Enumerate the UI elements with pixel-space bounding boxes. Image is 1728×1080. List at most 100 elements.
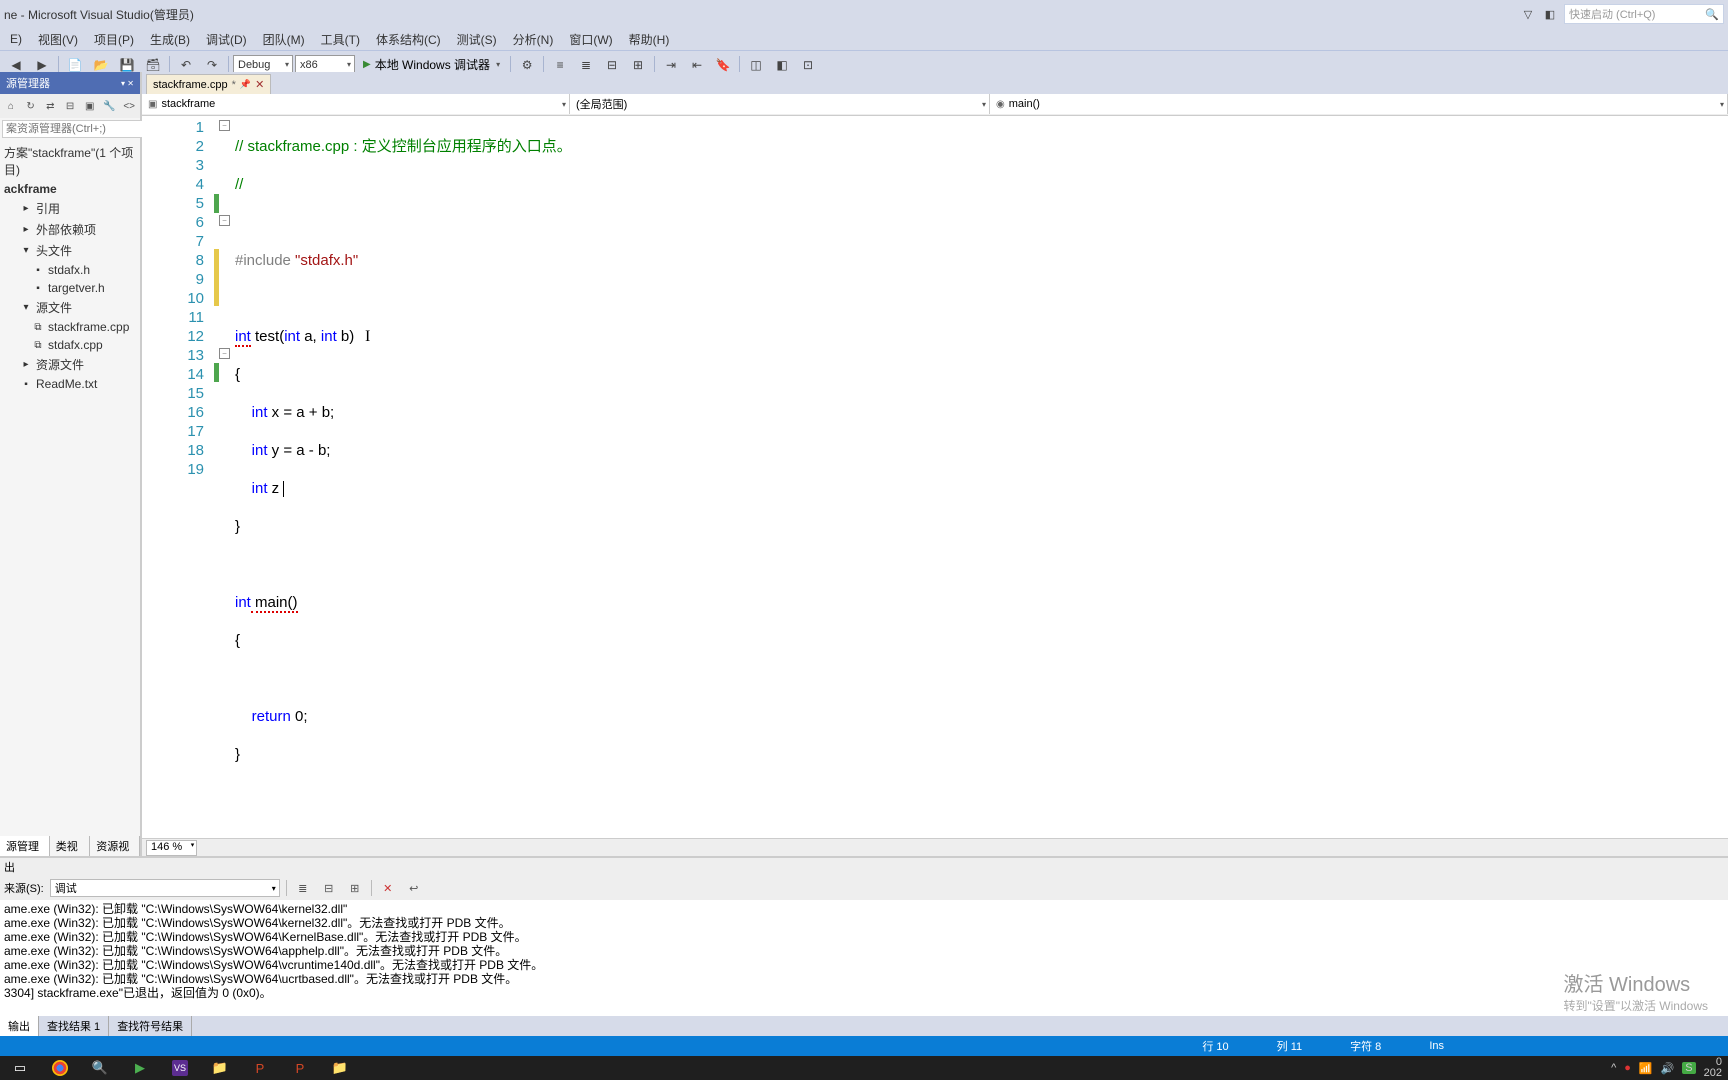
folder-icon[interactable]: 📁	[320, 1056, 360, 1080]
system-tray[interactable]: ^ ● 📶 🔊 S 0202	[1611, 1057, 1728, 1079]
h-file-icon: ▪	[31, 263, 45, 277]
tree-node-references[interactable]: ▸引用	[0, 198, 140, 219]
chevron-down-icon: ▾	[496, 60, 500, 69]
code-area[interactable]: 12345678910111213141516171819 − − − // s…	[142, 116, 1728, 838]
fold-margin: − − −	[219, 116, 235, 838]
output-panel-title[interactable]: 出	[0, 858, 1728, 876]
nav-class-combo[interactable]: ▣stackframe	[142, 94, 570, 114]
menu-item[interactable]: 工具(T)	[313, 29, 368, 50]
refresh-icon[interactable]: ↻	[22, 97, 40, 115]
pin-icon[interactable]: 📌	[240, 79, 251, 90]
output-tool-icon[interactable]: ⊟	[319, 879, 339, 897]
tree-node-external[interactable]: ▸外部依赖项	[0, 219, 140, 240]
tab-resource-view[interactable]: 资源视图	[90, 836, 140, 856]
output-source-combo[interactable]: 调试	[50, 879, 280, 897]
tree-file[interactable]: ⧉stdafx.cpp	[0, 336, 140, 354]
menu-item[interactable]: 窗口(W)	[561, 29, 620, 50]
search-icon: 🔍	[1705, 8, 1719, 21]
menu-item[interactable]: 项目(P)	[86, 29, 142, 50]
wrap-icon[interactable]: ↩	[404, 879, 424, 897]
chevron-down-icon[interactable]: ▾ ✕	[121, 79, 134, 88]
tree-node-resource[interactable]: ▸资源文件	[0, 354, 140, 375]
code-content[interactable]: // stackframe.cpp : 定义控制台应用程序的入口点。 // #i…	[235, 116, 1728, 838]
output-tool-icon[interactable]: ⊞	[345, 879, 365, 897]
tab-solution-explorer[interactable]: 源管理器	[0, 836, 50, 856]
separator	[654, 56, 655, 74]
fold-toggle-icon[interactable]: −	[219, 120, 230, 131]
debugger-label: 本地 Windows 调试器	[375, 56, 490, 73]
tree-node-source[interactable]: ▾源文件	[0, 297, 140, 318]
powerpoint-icon[interactable]: P	[240, 1056, 280, 1080]
tree-file[interactable]: ▪stdafx.h	[0, 261, 140, 279]
menu-item[interactable]: 体系结构(C)	[368, 29, 449, 50]
func-icon: ◉	[996, 99, 1005, 110]
document-tabs: stackframe.cpp* 📌 ✕	[142, 72, 1728, 94]
code-icon[interactable]: <>	[120, 97, 138, 115]
status-line: 行 10	[1178, 1038, 1252, 1054]
document-tab[interactable]: stackframe.cpp* 📌 ✕	[146, 74, 271, 94]
close-icon[interactable]: ✕	[255, 78, 264, 91]
menu-bar: E) 视图(V) 项目(P) 生成(B) 调试(D) 团队(M) 工具(T) 体…	[0, 28, 1728, 50]
fold-toggle-icon[interactable]: −	[219, 348, 230, 359]
solution-node[interactable]: 方案"stackframe"(1 个项目)	[0, 142, 140, 180]
folder-icon: ▸	[19, 358, 33, 372]
output-body[interactable]: ame.exe (Win32): 已卸载 "C:\Windows\SysWOW6…	[0, 900, 1728, 1016]
media-icon[interactable]: ▶	[120, 1056, 160, 1080]
line-number-gutter: 12345678910111213141516171819	[142, 116, 214, 838]
props-icon[interactable]: 🔧	[101, 97, 119, 115]
tab-filename: stackframe.cpp	[153, 79, 228, 91]
tree-file[interactable]: ▪targetver.h	[0, 279, 140, 297]
clear-icon[interactable]: ✕	[378, 879, 398, 897]
menu-item[interactable]: 生成(B)	[142, 29, 198, 50]
menu-item[interactable]: 团队(M)	[255, 29, 313, 50]
notif-icon[interactable]: ▽	[1520, 6, 1536, 22]
nav-func-combo[interactable]: ◉main()	[990, 94, 1728, 114]
windows-taskbar: ▭ 🔍 ▶ VS 📁 P P 📁 ^ ● 📶 🔊 S 0202	[0, 1056, 1728, 1080]
show-icon[interactable]: ▣	[81, 97, 99, 115]
solution-search-input[interactable]	[2, 120, 152, 138]
cpp-file-icon: ⧉	[31, 338, 45, 352]
powerpoint-icon[interactable]: P	[280, 1056, 320, 1080]
menu-item[interactable]: 调试(D)	[198, 29, 255, 50]
panel-title-bar[interactable]: 源管理器 ▾ ✕	[0, 72, 140, 94]
menu-item[interactable]: 测试(S)	[449, 29, 505, 50]
task-view-icon[interactable]: ▭	[0, 1056, 40, 1080]
nav-scope-combo[interactable]: (全局范围)	[570, 94, 990, 114]
project-node[interactable]: ackframe	[0, 180, 140, 198]
tree-file[interactable]: ⧉stackframe.cpp	[0, 318, 140, 336]
separator	[510, 56, 511, 74]
menu-item[interactable]: E)	[2, 30, 30, 48]
tab-find1[interactable]: 查找结果 1	[39, 1016, 109, 1036]
tab-output[interactable]: 输出	[0, 1016, 39, 1036]
tray-icon[interactable]: S	[1682, 1062, 1695, 1074]
quick-launch-input[interactable]: 快速启动 (Ctrl+Q) 🔍	[1564, 4, 1724, 24]
collapse-icon[interactable]: ⊟	[61, 97, 79, 115]
tray-icon[interactable]: ●	[1624, 1062, 1631, 1074]
text-cursor	[283, 481, 284, 497]
feedback-icon[interactable]: ◧	[1542, 6, 1558, 22]
cpp-file-icon: ⧉	[31, 320, 45, 334]
separator	[543, 56, 544, 74]
tray-icon[interactable]: ^	[1611, 1062, 1616, 1074]
search-icon[interactable]: 🔍	[80, 1056, 120, 1080]
menu-item[interactable]: 分析(N)	[505, 29, 562, 50]
tab-find-symbol[interactable]: 查找符号结果	[109, 1016, 192, 1036]
ref-icon: ▸	[19, 202, 33, 216]
menu-item[interactable]: 视图(V)	[30, 29, 86, 50]
explorer-icon[interactable]: 📁	[200, 1056, 240, 1080]
home-icon[interactable]: ⌂	[2, 97, 20, 115]
visual-studio-icon[interactable]: VS	[160, 1056, 200, 1080]
zoom-combo[interactable]: 146 %	[146, 840, 197, 856]
sync-icon[interactable]: ⇄	[41, 97, 59, 115]
tab-class-view[interactable]: 类视图	[50, 836, 91, 856]
wifi-icon[interactable]: 📶	[1639, 1062, 1653, 1075]
fold-toggle-icon[interactable]: −	[219, 215, 230, 226]
output-tool-icon[interactable]: ≣	[293, 879, 313, 897]
solution-search[interactable]: 🔍	[0, 118, 140, 140]
volume-icon[interactable]: 🔊	[1661, 1062, 1675, 1075]
tree-node-headers[interactable]: ▾头文件	[0, 240, 140, 261]
tree-file[interactable]: ▪ReadMe.txt	[0, 375, 140, 393]
menu-item[interactable]: 帮助(H)	[621, 29, 678, 50]
ext-icon: ▸	[19, 223, 33, 237]
chrome-icon[interactable]	[40, 1056, 80, 1080]
